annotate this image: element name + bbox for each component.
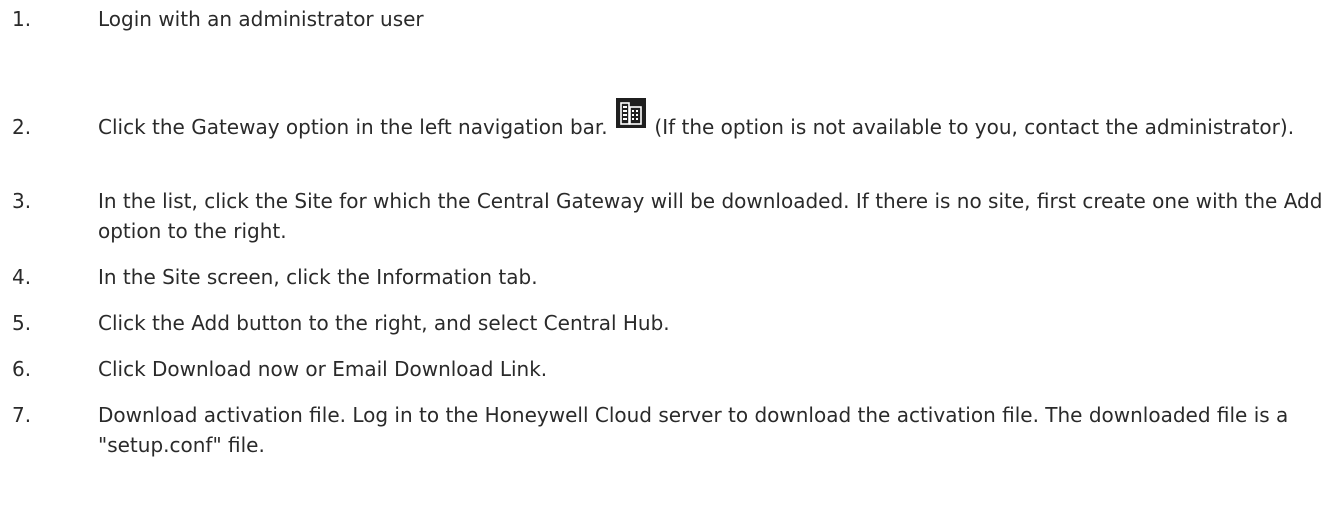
step-number: 3. (12, 189, 32, 213)
step-number: 1. (12, 7, 32, 31)
step-text: In the list, click the Site for which th… (98, 189, 1323, 243)
gateway-building-icon (616, 98, 647, 128)
step-text: In the Site screen, click the Informatio… (98, 265, 538, 289)
step-text: Click Download now or Email Download Lin… (98, 357, 548, 381)
step-number: 6. (12, 357, 32, 381)
step-number: 5. (12, 311, 32, 335)
step-text-before-icon: Click the Gateway option in the left nav… (98, 115, 608, 139)
step-number: 4. (12, 265, 32, 289)
step-number: 2. (12, 115, 32, 139)
step-text: Click the Gateway option in the left nav… (98, 98, 1326, 142)
step-text: Download activation file. Log in to the … (98, 403, 1289, 457)
step-text: Click the Add button to the right, and s… (98, 311, 670, 335)
step-text: Login with an administrator user (98, 7, 424, 31)
step-number: 7. (12, 403, 32, 427)
step-text-after-icon: (If the option is not available to you, … (654, 115, 1295, 139)
